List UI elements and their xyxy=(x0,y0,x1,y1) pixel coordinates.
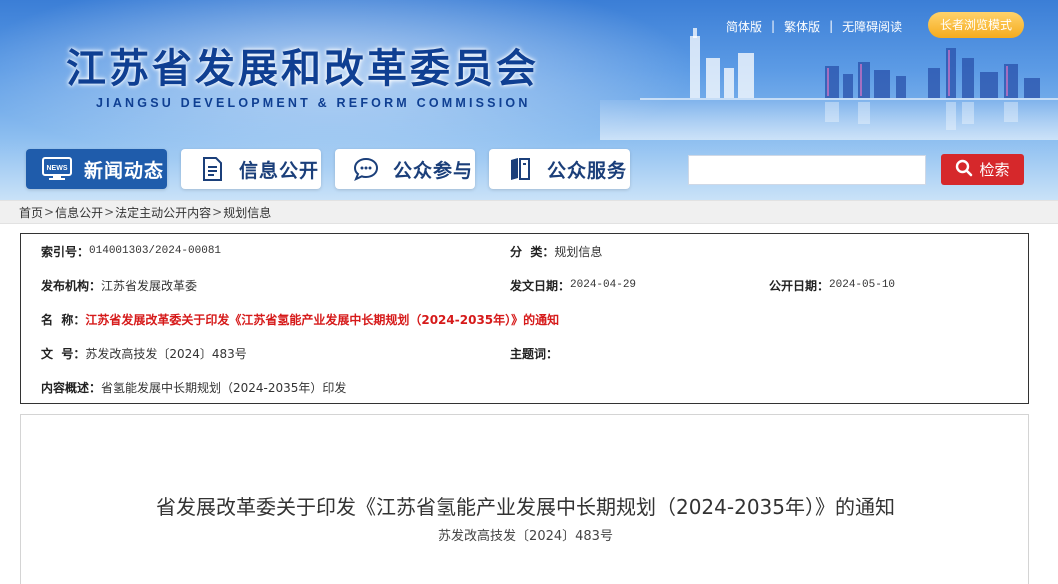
site-subtitle: JIANGSU DEVELOPMENT & REFORM COMMISSION xyxy=(96,96,531,110)
elder-mode-button[interactable]: 长者浏览模式 xyxy=(928,12,1024,38)
breadcrumb-separator: > xyxy=(104,205,115,219)
tab-news-label: 新闻动态 xyxy=(84,159,165,182)
publisher-row: 发布机构： 江苏省发展改革委 xyxy=(41,276,197,294)
document-name-value: 江苏省发展改革委关于印发《江苏省氢能产业发展中长期规划（2024-2035年）》… xyxy=(85,312,560,327)
breadcrumb-statutory-content[interactable]: 法定主动公开内容 xyxy=(115,204,211,221)
tab-info-disclosure[interactable]: 信息公开 xyxy=(181,149,321,189)
search-input[interactable] xyxy=(688,155,926,185)
issue-date-row: 发文日期： 2024-04-29 xyxy=(510,276,636,294)
tab-public-service[interactable]: 公众服务 xyxy=(489,149,630,189)
public-date-value: 2024-05-10 xyxy=(829,279,896,291)
index-number-label: 索引号： xyxy=(41,244,90,259)
issue-date-value: 2024-04-29 xyxy=(570,279,637,291)
tab-info-disclosure-label: 信息公开 xyxy=(239,159,320,182)
breadcrumb: 首页 > 信息公开 > 法定主动公开内容 > 规划信息 xyxy=(0,200,1058,224)
news-icon-text: NEWS xyxy=(47,165,68,172)
document-number-value: 苏发改高技发〔2024〕483号 xyxy=(85,346,247,361)
top-links: 简体版 | 繁体版 | 无障碍阅读 xyxy=(726,17,902,35)
category-label: 分 类： xyxy=(510,244,555,259)
summary-row: 内容概述： 省氢能发展中长期规划（2024-2035年）印发 xyxy=(41,378,346,396)
link-separator: | xyxy=(771,19,776,33)
breadcrumb-separator: > xyxy=(212,205,223,219)
document-number-row: 文 号： 苏发改高技发〔2024〕483号 xyxy=(41,344,247,362)
summary-value: 省氢能发展中长期规划（2024-2035年）印发 xyxy=(101,380,347,395)
city-skyline-illustration xyxy=(640,28,1058,130)
document-number-label: 文 号： xyxy=(41,346,86,361)
category-value: 规划信息 xyxy=(554,244,603,259)
news-icon: NEWS xyxy=(40,155,74,183)
document-name-row: 名 称： 江苏省发展改革委关于印发《江苏省氢能产业发展中长期规划（2024-20… xyxy=(41,310,559,328)
book-icon xyxy=(503,155,537,183)
publisher-label: 发布机构： xyxy=(41,278,102,293)
keywords-label: 主题词： xyxy=(510,346,559,361)
index-number-row: 索引号： 014001303/2024-00081 xyxy=(41,242,221,260)
tab-public-participation-label: 公众参与 xyxy=(393,159,474,182)
site-title: 江苏省发展和改革委员会 xyxy=(66,46,539,92)
category-row: 分 类： 规划信息 xyxy=(510,242,602,260)
breadcrumb-info-disclosure[interactable]: 信息公开 xyxy=(55,204,103,221)
link-separator: | xyxy=(829,19,834,33)
search-button[interactable]: 检索 xyxy=(941,154,1024,185)
breadcrumb-planning-info[interactable]: 规划信息 xyxy=(223,204,271,221)
article-document-number: 苏发改高技发〔2024〕483号 xyxy=(438,529,613,544)
breadcrumb-home[interactable]: 首页 xyxy=(19,204,43,221)
keywords-row: 主题词： xyxy=(510,344,558,362)
search-icon xyxy=(955,159,973,181)
document-icon xyxy=(195,155,229,183)
public-date-label: 公开日期： xyxy=(769,278,830,293)
tab-public-service-label: 公众服务 xyxy=(547,159,628,182)
public-date-row: 公开日期： 2024-05-10 xyxy=(769,276,895,294)
simplified-chinese-link[interactable]: 简体版 xyxy=(726,18,762,35)
tab-news[interactable]: NEWS 新闻动态 xyxy=(26,149,167,189)
chat-icon xyxy=(349,155,383,183)
publisher-value: 江苏省发展改革委 xyxy=(101,278,198,293)
document-name-label: 名 称： xyxy=(41,312,86,327)
accessibility-link[interactable]: 无障碍阅读 xyxy=(842,18,902,35)
issue-date-label: 发文日期： xyxy=(510,278,571,293)
article-title: 省发展改革委关于印发《江苏省氢能产业发展中长期规划（2024-2035年）》的通… xyxy=(155,495,895,519)
index-number-value: 014001303/2024-00081 xyxy=(89,245,222,257)
search-button-label: 检索 xyxy=(979,161,1010,179)
document-metadata-box: 索引号： 014001303/2024-00081 分 类： 规划信息 发布机构… xyxy=(20,233,1029,404)
breadcrumb-separator: > xyxy=(44,205,55,219)
traditional-chinese-link[interactable]: 繁体版 xyxy=(784,18,820,35)
tab-public-participation[interactable]: 公众参与 xyxy=(335,149,475,189)
article-content: 省发展改革委关于印发《江苏省氢能产业发展中长期规划（2024-2035年）》的通… xyxy=(20,414,1029,584)
summary-label: 内容概述： xyxy=(41,380,102,395)
